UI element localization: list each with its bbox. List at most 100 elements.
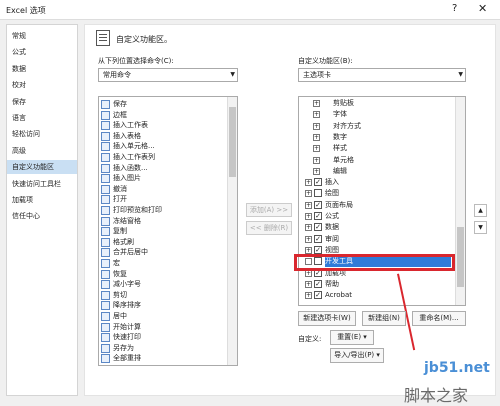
command-item[interactable]: 复制	[101, 226, 127, 237]
new-group-button[interactable]: 新建组(N)	[362, 311, 406, 326]
sidebar-item[interactable]: 语言	[7, 111, 77, 125]
tab-checkbox[interactable]: ✓	[314, 200, 322, 209]
command-item[interactable]: 宏	[101, 258, 120, 269]
command-item[interactable]: 打印预览和打印	[101, 205, 162, 216]
choose-commands-dropdown[interactable]: 常用命令 ▼	[98, 68, 238, 82]
command-item[interactable]: 打开	[101, 194, 127, 205]
tab-checkbox[interactable]: ✓	[314, 178, 322, 187]
ribbon-tree-item[interactable]: + ✓ 插入	[305, 177, 435, 188]
sidebar-item[interactable]: 数据	[7, 62, 77, 76]
sidebar-item[interactable]: 保存	[7, 95, 77, 109]
command-label: 边框	[113, 110, 127, 119]
tab-checkbox[interactable]: ✓	[314, 245, 322, 254]
command-item[interactable]: 边框	[101, 110, 127, 121]
command-item[interactable]: 另存为	[101, 343, 134, 354]
ribbon-tree-scroll-thumb[interactable]	[457, 227, 464, 287]
ribbon-tree-item[interactable]: + 样式	[313, 143, 443, 154]
tab-checkbox[interactable]: ✓	[314, 212, 322, 220]
move-down-icon[interactable]: ▼	[474, 221, 487, 234]
ribbon-tree-item[interactable]: + 剪贴板	[313, 98, 443, 109]
ribbon-tree-scrollbar[interactable]	[455, 97, 465, 305]
ribbon-tree-item[interactable]: + 绘图	[305, 188, 435, 199]
command-item[interactable]: 减小字号	[101, 279, 141, 290]
sidebar-item[interactable]: 快速访问工具栏	[7, 177, 77, 191]
close-icon[interactable]: ✕	[478, 2, 487, 15]
ribbon-tree-item[interactable]: + ✓ 页面布局	[305, 200, 435, 211]
expand-icon[interactable]: +	[313, 111, 320, 119]
expand-icon[interactable]: +	[313, 100, 320, 107]
remove-button[interactable]: << 删除(R)	[246, 221, 292, 235]
command-item[interactable]: 降序排序	[101, 300, 141, 311]
new-tab-button[interactable]: 新建选项卡(W)	[298, 311, 356, 326]
command-item[interactable]: 开始计算	[101, 322, 141, 333]
ribbon-tree-item[interactable]: + ✓ 审阅	[305, 234, 435, 245]
expand-icon[interactable]: +	[305, 213, 312, 220]
expand-icon[interactable]: +	[305, 235, 312, 243]
command-item[interactable]: 插入函数...	[101, 163, 148, 174]
command-item[interactable]: 插入图片	[101, 173, 141, 184]
sidebar-item[interactable]: 校对	[7, 78, 77, 92]
expand-icon[interactable]: +	[305, 280, 312, 288]
sidebar-item[interactable]: 轻松访问	[7, 127, 77, 141]
sidebar-item[interactable]: 自定义功能区	[7, 160, 77, 175]
commands-scrollbar[interactable]	[227, 97, 237, 365]
expand-icon[interactable]: +	[313, 122, 320, 130]
command-item[interactable]: 全部重排	[101, 353, 141, 364]
ribbon-tree-item[interactable]: + 数字	[313, 132, 443, 143]
expand-icon[interactable]: +	[305, 246, 312, 254]
import-export-button[interactable]: 导入/导出(P) ▾	[330, 348, 384, 363]
tab-checkbox[interactable]: ✓	[314, 223, 322, 232]
sidebar-item[interactable]: 高级	[7, 144, 77, 158]
expand-icon[interactable]: +	[313, 133, 320, 141]
tab-checkbox[interactable]: ✓	[314, 291, 322, 300]
command-item[interactable]: 插入表格	[101, 131, 141, 142]
command-item[interactable]: 插入单元格...	[101, 141, 155, 152]
move-up-icon[interactable]: ▲	[474, 204, 487, 217]
help-icon[interactable]: ?	[452, 3, 457, 14]
ribbon-tree-item[interactable]: + ✓ 公式	[305, 211, 435, 222]
commands-list[interactable]: 保存 边框 插入工作表 插入表格 插入单元格... 插入工作表列 插入函数... 插入图片 撤消…	[98, 96, 238, 366]
command-item[interactable]: 居中	[101, 311, 127, 322]
ribbon-tree-item[interactable]: + ✓ 数据	[305, 222, 435, 233]
expand-icon[interactable]: +	[305, 224, 312, 232]
command-item[interactable]: 快速打印	[101, 332, 141, 343]
expand-icon[interactable]: +	[305, 201, 312, 209]
command-item[interactable]: 格式刷	[101, 237, 134, 248]
reset-button[interactable]: 重置(E) ▾	[330, 330, 374, 345]
command-item[interactable]: 插入工作表列	[101, 152, 155, 163]
sidebar-item[interactable]: 信任中心	[7, 209, 77, 223]
command-label: 插入表格	[113, 131, 141, 140]
tab-checkbox[interactable]: ✓	[314, 279, 322, 288]
ribbon-tree-item[interactable]: + 单元格	[313, 155, 443, 166]
rename-button[interactable]: 重命名(M)...	[412, 311, 466, 326]
command-item[interactable]: 恢复	[101, 269, 127, 280]
sidebar-item[interactable]: 常规	[7, 29, 77, 43]
command-item[interactable]: 合并后居中	[101, 247, 148, 258]
tab-checkbox[interactable]: ✓	[314, 234, 322, 243]
expand-icon[interactable]: +	[305, 179, 312, 187]
ribbon-tree-item[interactable]: + ✓ Acrobat	[305, 290, 435, 301]
command-label: 撤消	[113, 184, 127, 193]
command-item[interactable]: 插入工作表	[101, 120, 148, 131]
customize-ribbon-dropdown[interactable]: 主选项卡 ▼	[298, 68, 466, 82]
tab-checkbox[interactable]	[314, 189, 322, 198]
ribbon-tree-item[interactable]: + 字体	[313, 109, 443, 120]
sidebar-item[interactable]: 公式	[7, 45, 77, 59]
command-label: 插入函数...	[113, 163, 148, 172]
command-item[interactable]: 剪切	[101, 290, 127, 301]
ribbon-tree-item[interactable]: + 编辑	[313, 166, 443, 177]
sidebar-item[interactable]: 加载项	[7, 193, 77, 207]
add-button[interactable]: 添加(A) >>	[246, 203, 292, 217]
ribbon-tree-item[interactable]: + 对齐方式	[313, 121, 443, 132]
expand-icon[interactable]: +	[313, 167, 320, 175]
expand-icon[interactable]: +	[305, 190, 312, 198]
ribbon-tree-item[interactable]: + ✓ 帮助	[305, 279, 435, 290]
command-item[interactable]: 撤消	[101, 184, 127, 195]
expand-icon[interactable]: +	[313, 156, 320, 164]
command-item[interactable]: 保存	[101, 99, 127, 110]
commands-scroll-thumb[interactable]	[229, 107, 236, 177]
expand-icon[interactable]: +	[313, 145, 320, 153]
expand-icon[interactable]: +	[305, 292, 312, 300]
command-item[interactable]: 冻结窗格	[101, 216, 141, 227]
ribbon-tree[interactable]: + 剪贴板 + 字体 + 对齐方式 + 数字 + 样式 + 单元格 + 编辑 + ✓ 插入 + 绘图 + ✓ 页面布局 + ✓…	[298, 96, 466, 306]
